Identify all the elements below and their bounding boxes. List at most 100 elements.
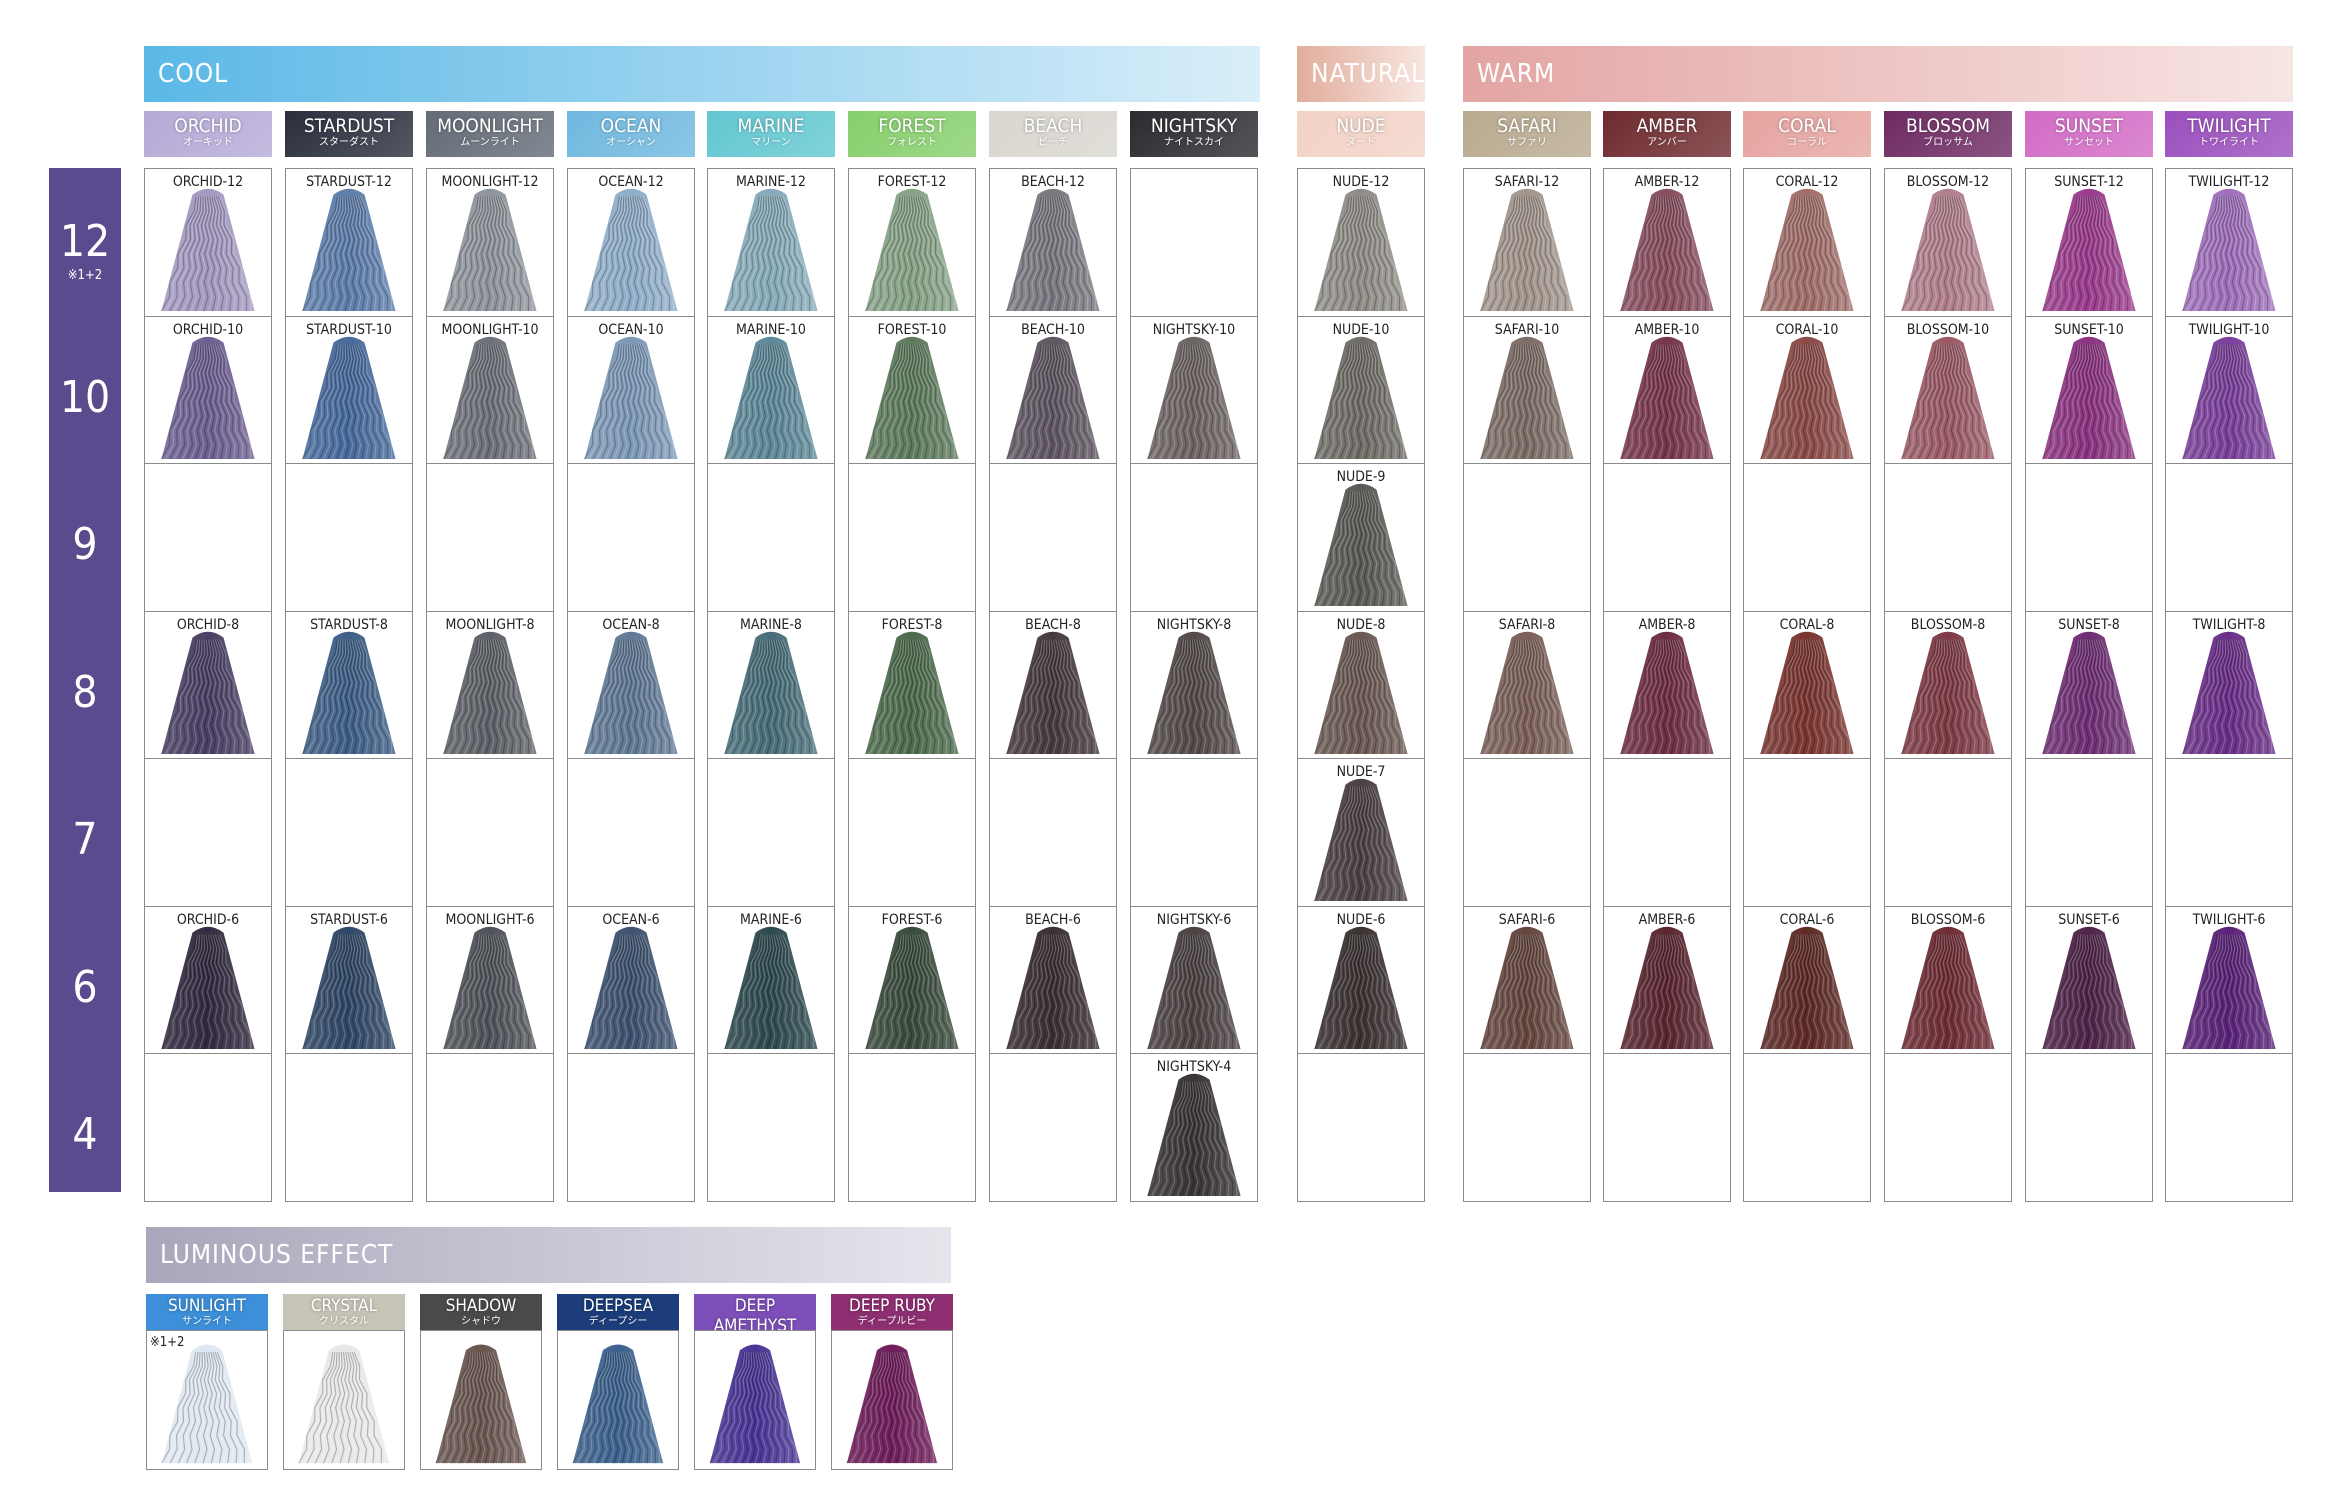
swatch-cell: SUNSET-10 — [2025, 315, 2153, 464]
swatch-cell: MARINE-12 — [707, 168, 835, 317]
luminous-name: DEEPSEA — [582, 1296, 654, 1316]
swatch-cell — [2025, 1053, 2153, 1202]
column-name: MARINE — [737, 115, 805, 137]
hair-swatch — [160, 188, 255, 312]
swatch-cell: MARINE-8 — [707, 610, 835, 759]
swatch-cell — [1884, 1053, 2012, 1202]
swatch-cell: TWILIGHT-8 — [2165, 610, 2293, 759]
hair-swatch — [442, 631, 537, 754]
hair-swatch — [1900, 926, 1995, 1049]
hair-swatch — [298, 1344, 390, 1464]
column-header-sunset: SUNSET サンセット — [2025, 111, 2153, 157]
swatch-cell: CORAL-12 — [1743, 168, 1871, 317]
swatch-cell: BLOSSOM-10 — [1884, 315, 2012, 464]
swatch-cell: NIGHTSKY-6 — [1130, 905, 1258, 1054]
hair-swatch — [301, 188, 396, 312]
swatch-cell: AMBER-10 — [1603, 315, 1731, 464]
luminous-name-ja: ディープルビー — [857, 1316, 927, 1327]
hair-swatch — [160, 926, 255, 1049]
swatch-cell — [285, 463, 413, 612]
swatch-cell: BEACH-12 — [989, 168, 1117, 317]
column-name-ja: オーキッド — [183, 137, 233, 148]
swatch-cell — [1603, 758, 1731, 907]
luminous-name: CRYSTAL — [310, 1296, 378, 1316]
swatch-cell — [567, 758, 695, 907]
swatch-cell: FOREST-12 — [848, 168, 976, 317]
column-name: STARDUST — [303, 115, 395, 137]
hair-swatch — [2041, 188, 2136, 312]
column-header-nude: NUDE ヌード — [1297, 111, 1425, 157]
hair-swatch — [1759, 631, 1854, 754]
swatch-cell — [2165, 463, 2293, 612]
column-name: NUDE — [1336, 115, 1386, 137]
luminous-name: SHADOW — [445, 1296, 517, 1316]
luminous-name-ja: ディープシー — [588, 1316, 648, 1327]
hair-swatch — [723, 188, 818, 312]
level-bar: 12 ※1+2 10 9 8 7 6 4 — [49, 168, 121, 1192]
swatch-cell: SUNSET-6 — [2025, 905, 2153, 1054]
luminous-swatch-cell — [283, 1330, 405, 1470]
swatch-cell — [1743, 463, 1871, 612]
swatch-cell: MARINE-10 — [707, 315, 835, 464]
group-label: LUMINOUS EFFECT — [160, 1240, 394, 1270]
swatch-cell: NIGHTSKY-8 — [1130, 610, 1258, 759]
hair-swatch — [1479, 188, 1574, 312]
swatch-cell: STARDUST-10 — [285, 315, 413, 464]
level-number-7: 7 — [72, 814, 98, 865]
swatch-cell: ORCHID-10 — [144, 315, 272, 464]
column-header-blossom: BLOSSOM ブロッサム — [1884, 111, 2012, 157]
hair-swatch — [442, 336, 537, 459]
column-name: FOREST — [878, 115, 946, 137]
luminous-name-ja: クリスタル — [319, 1316, 369, 1327]
column-name: MOONLIGHT — [437, 115, 543, 137]
luminous-swatch-cell — [420, 1330, 542, 1470]
hair-swatch — [2041, 336, 2136, 459]
swatch-cell: STARDUST-12 — [285, 168, 413, 317]
column-name: BEACH — [1023, 115, 1083, 137]
column-name: OCEAN — [600, 115, 662, 137]
swatch-cell: NIGHTSKY-10 — [1130, 315, 1258, 464]
hair-swatch — [864, 336, 959, 459]
swatch-cell: FOREST-6 — [848, 905, 976, 1054]
swatch-cell: STARDUST-6 — [285, 905, 413, 1054]
swatch-cell — [1130, 463, 1258, 612]
hair-swatch — [864, 631, 959, 754]
column-header-amber: AMBER アンバー — [1603, 111, 1731, 157]
group-header-natural: NATURAL — [1297, 46, 1425, 102]
swatch-cell: NUDE-9 — [1297, 463, 1425, 612]
swatch-cell: NIGHTSKY-4 — [1130, 1053, 1258, 1202]
column-name-ja: ブロッサム — [1923, 137, 1973, 148]
swatch-cell — [1130, 168, 1258, 317]
group-label: WARM — [1477, 59, 1556, 89]
swatch-cell: FOREST-8 — [848, 610, 976, 759]
swatch-cell — [848, 463, 976, 612]
hair-swatch — [1146, 1073, 1241, 1197]
swatch-cell — [1884, 463, 2012, 612]
column-header-stardust: STARDUST スターダスト — [285, 111, 413, 157]
swatch-cell — [848, 1053, 976, 1202]
swatch-cell — [285, 758, 413, 907]
hair-swatch — [442, 188, 537, 312]
hair-swatch — [1479, 336, 1574, 459]
hair-swatch — [1619, 188, 1714, 312]
column-name-ja: ナイトスカイ — [1164, 137, 1224, 148]
swatch-cell: SUNSET-12 — [2025, 168, 2153, 317]
hair-swatch — [1005, 336, 1100, 459]
hair-swatch — [1759, 188, 1854, 312]
swatch-cell: NUDE-12 — [1297, 168, 1425, 317]
hair-swatch — [723, 631, 818, 754]
hair-swatch — [1619, 926, 1714, 1049]
swatch-cell: MOONLIGHT-8 — [426, 610, 554, 759]
column-name-ja: コーラル — [1787, 137, 1827, 148]
hair-swatch — [1900, 336, 1995, 459]
swatch-cell: TWILIGHT-12 — [2165, 168, 2293, 317]
luminous-name: SUNLIGHT — [167, 1296, 247, 1316]
swatch-cell: TWILIGHT-10 — [2165, 315, 2293, 464]
level-number-10: 10 — [59, 371, 111, 423]
hair-swatch — [1005, 188, 1100, 312]
swatch-cell — [989, 1053, 1117, 1202]
swatch-cell — [144, 758, 272, 907]
hair-swatch — [2041, 926, 2136, 1049]
column-header-coral: CORAL コーラル — [1743, 111, 1871, 157]
hair-swatch — [1146, 631, 1241, 754]
